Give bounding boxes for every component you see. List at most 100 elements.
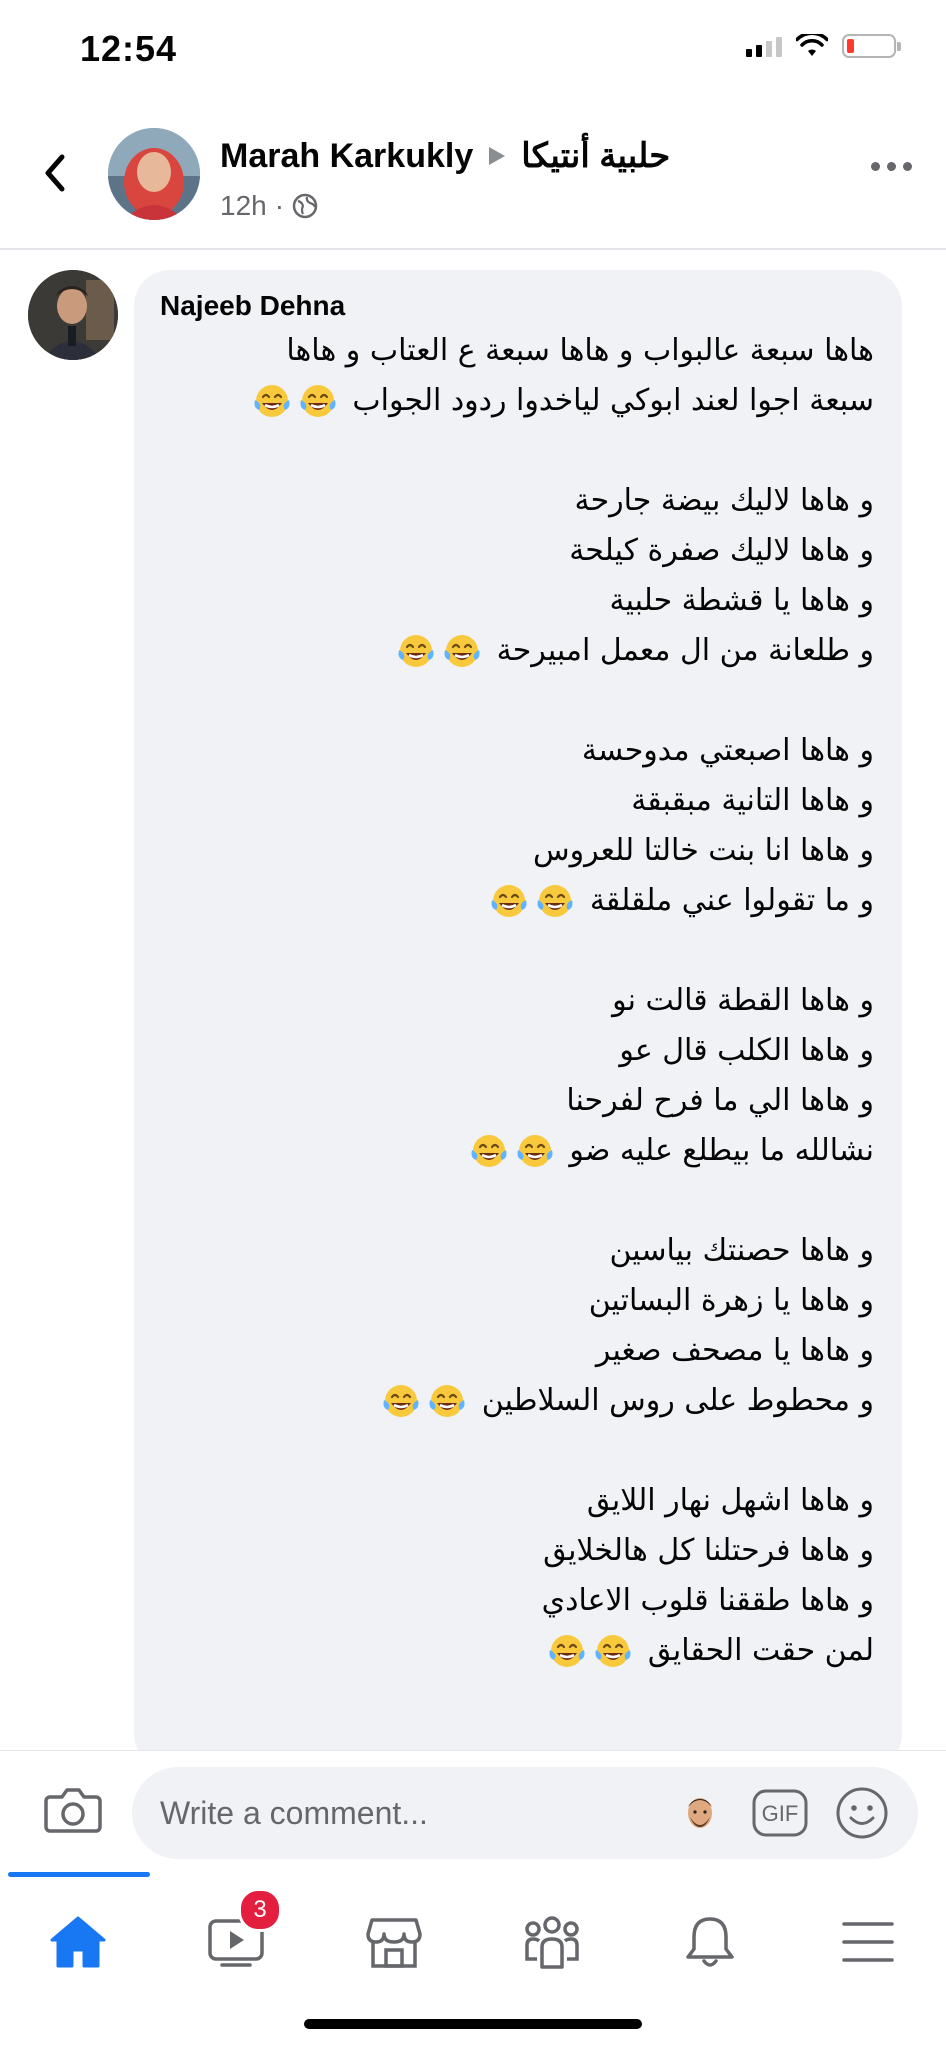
comment-line: لمن حقت الحقايق <box>154 1626 874 1676</box>
comment-line: و هاها انا بنت خالتا للعروس <box>154 826 874 876</box>
smiley-icon <box>836 1787 888 1839</box>
comment-input-container: GIF <box>132 1767 918 1859</box>
face-with-tears-of-joy-emoji <box>471 1134 507 1167</box>
wifi-icon <box>796 34 828 56</box>
comment-line: نشالله ما بيطلع عليه ضو <box>154 1126 874 1176</box>
comment-line-text: و محطوط على روس السلاطين <box>481 1383 874 1418</box>
comment-line-text: و هاها حصنتك بياسين <box>609 1233 874 1268</box>
tab-menu[interactable] <box>818 1892 918 1992</box>
comment-line-text: و هاها طققنا قلوب الاعادي <box>541 1583 874 1618</box>
emoji-button[interactable] <box>834 1785 890 1841</box>
signal-icon <box>746 35 782 57</box>
post-time[interactable]: 12h <box>220 190 267 222</box>
face-with-tears-of-joy-emoji <box>444 634 480 667</box>
hamburger-icon <box>842 1922 894 1962</box>
comment-line-text: و هاها لاليك بيضة جارحة <box>574 483 874 518</box>
comment-line-text: و هاها انا بنت خالتا للعروس <box>532 833 874 868</box>
author-avatar[interactable] <box>108 128 200 220</box>
comment-line: و هاها يا قشطة حلبية <box>154 576 874 626</box>
status-time: 12:54 <box>80 28 178 69</box>
comment-line: و محطوط على روس السلاطين <box>154 1376 874 1426</box>
comment-line-text: و طلعانة من ال معمل امبيرحة <box>496 633 874 668</box>
comment-line: و هاها يا مصحف صغير <box>154 1326 874 1376</box>
svg-text:GIF: GIF <box>762 1801 799 1826</box>
comment-text: هاها سبعة عالبواب و هاها سبعة ع العتاب و… <box>154 326 874 1676</box>
groups-icon <box>525 1916 579 1969</box>
comment-composer: GIF <box>0 1750 946 1873</box>
group-name[interactable]: حلبية أنتيكا <box>521 136 670 176</box>
back-button[interactable] <box>30 148 80 198</box>
comment-line: و هاها القطة قالت نو <box>154 976 874 1026</box>
more-options-button[interactable] <box>871 162 912 171</box>
active-tab-indicator <box>8 1872 150 1877</box>
home-indicator[interactable] <box>304 2019 642 2029</box>
home-icon <box>50 1916 106 1968</box>
comment-bubble[interactable]: Najeeb Dehna هاها سبعة عالبواب و هاها سب… <box>134 270 902 1770</box>
comment-line-text: و هاها يا قشطة حلبية <box>609 583 874 618</box>
tab-marketplace[interactable] <box>344 1892 444 1992</box>
post-meta: 12h · <box>220 190 318 222</box>
comment-line-text: و هاها الكلب قال عو <box>619 1033 874 1068</box>
comment-line: و هاها طققنا قلوب الاعادي <box>154 1576 874 1626</box>
tab-groups[interactable] <box>502 1892 602 1992</box>
camera-icon <box>44 1788 102 1833</box>
gif-button[interactable]: GIF <box>752 1787 808 1839</box>
comment-line: هاها سبعة عالبواب و هاها سبعة ع العتاب و… <box>154 326 874 376</box>
comment-line-text: و هاها فرحتلنا كل هالخلايق <box>543 1533 874 1568</box>
comment-line-text: و هاها يا زهرة البساتين <box>588 1283 874 1318</box>
comment-line: و هاها الي ما فرح لفرحنا <box>154 1076 874 1126</box>
comment-line-text: هاها سبعة عالبواب و هاها سبعة ع العتاب و… <box>286 333 874 368</box>
comment-line: و هاها اشهل نهار اللايق <box>154 1476 874 1526</box>
comment-line: و هاها اصبعتي مدوحسة <box>154 726 874 776</box>
author-name[interactable]: Marah Karkukly <box>220 137 473 176</box>
face-with-tears-of-joy-emoji <box>254 384 290 417</box>
comment-line: و طلعانة من ال معمل امبيرحة <box>154 626 874 676</box>
comment-line-text: و هاها يا مصحف صغير <box>595 1333 874 1368</box>
face-with-tears-of-joy-emoji <box>537 884 573 917</box>
battery-low-icon <box>842 34 901 58</box>
face-with-tears-of-joy-emoji <box>549 1634 585 1667</box>
tab-home[interactable] <box>28 1892 128 1992</box>
comment-line-text: و هاها اصبعتي مدوحسة <box>581 733 874 768</box>
comment-line-text: و ما تقولوا عني ملقلقة <box>589 883 874 918</box>
comment-line: سبعة اجوا لعند ابوكي لياخدوا ردود الجواب <box>154 376 874 426</box>
comment-line: و هاها فرحتلنا كل هالخلايق <box>154 1526 874 1576</box>
commenter-name[interactable]: Najeeb Dehna <box>160 290 345 322</box>
commenter-avatar-image <box>28 270 118 360</box>
tab-notifications[interactable] <box>660 1892 760 1992</box>
avatar-sticker-button[interactable] <box>678 1791 722 1835</box>
comment-line: و هاها الكلب قال عو <box>154 1026 874 1076</box>
author-avatar-image <box>108 128 200 220</box>
comment-line: و هاها يا زهرة البساتين <box>154 1276 874 1326</box>
post-title-line: Marah Karkukly حلبية أنتيكا <box>220 136 670 176</box>
comment-line: و ما تقولوا عني ملقلقة <box>154 876 874 926</box>
chevron-left-icon <box>45 154 65 192</box>
commenter-avatar[interactable] <box>28 270 118 360</box>
comment-line-text: و هاها لاليك صفرة كيلحة <box>569 533 874 568</box>
bell-icon <box>686 1917 734 1967</box>
avatar-sticker-icon <box>688 1798 712 1828</box>
triangle-right-icon <box>489 147 506 165</box>
gif-icon: GIF <box>752 1789 808 1837</box>
face-with-tears-of-joy-emoji <box>517 1134 553 1167</box>
comment-line: و هاها لاليك صفرة كيلحة <box>154 526 874 576</box>
meta-separator: · <box>274 190 285 221</box>
face-with-tears-of-joy-emoji <box>491 884 527 917</box>
face-with-tears-of-joy-emoji <box>429 1384 465 1417</box>
globe-icon <box>292 193 318 219</box>
camera-button[interactable] <box>42 1779 104 1841</box>
comment-line: و هاها حصنتك بياسين <box>154 1226 874 1276</box>
comment-input[interactable] <box>160 1789 640 1837</box>
comment-line: و هاها التانية مبقبقة <box>154 776 874 826</box>
comment-line-text: و هاها الي ما فرح لفرحنا <box>566 1083 874 1118</box>
face-with-tears-of-joy-emoji <box>300 384 336 417</box>
post-header: Marah Karkukly حلبية أنتيكا 12h · <box>0 100 946 250</box>
comment-line-text: و هاها التانية مبقبقة <box>631 783 874 818</box>
tab-watch[interactable]: 3 <box>186 1888 286 1992</box>
comment-line-text: نشالله ما بيطلع عليه ضو <box>569 1133 874 1168</box>
